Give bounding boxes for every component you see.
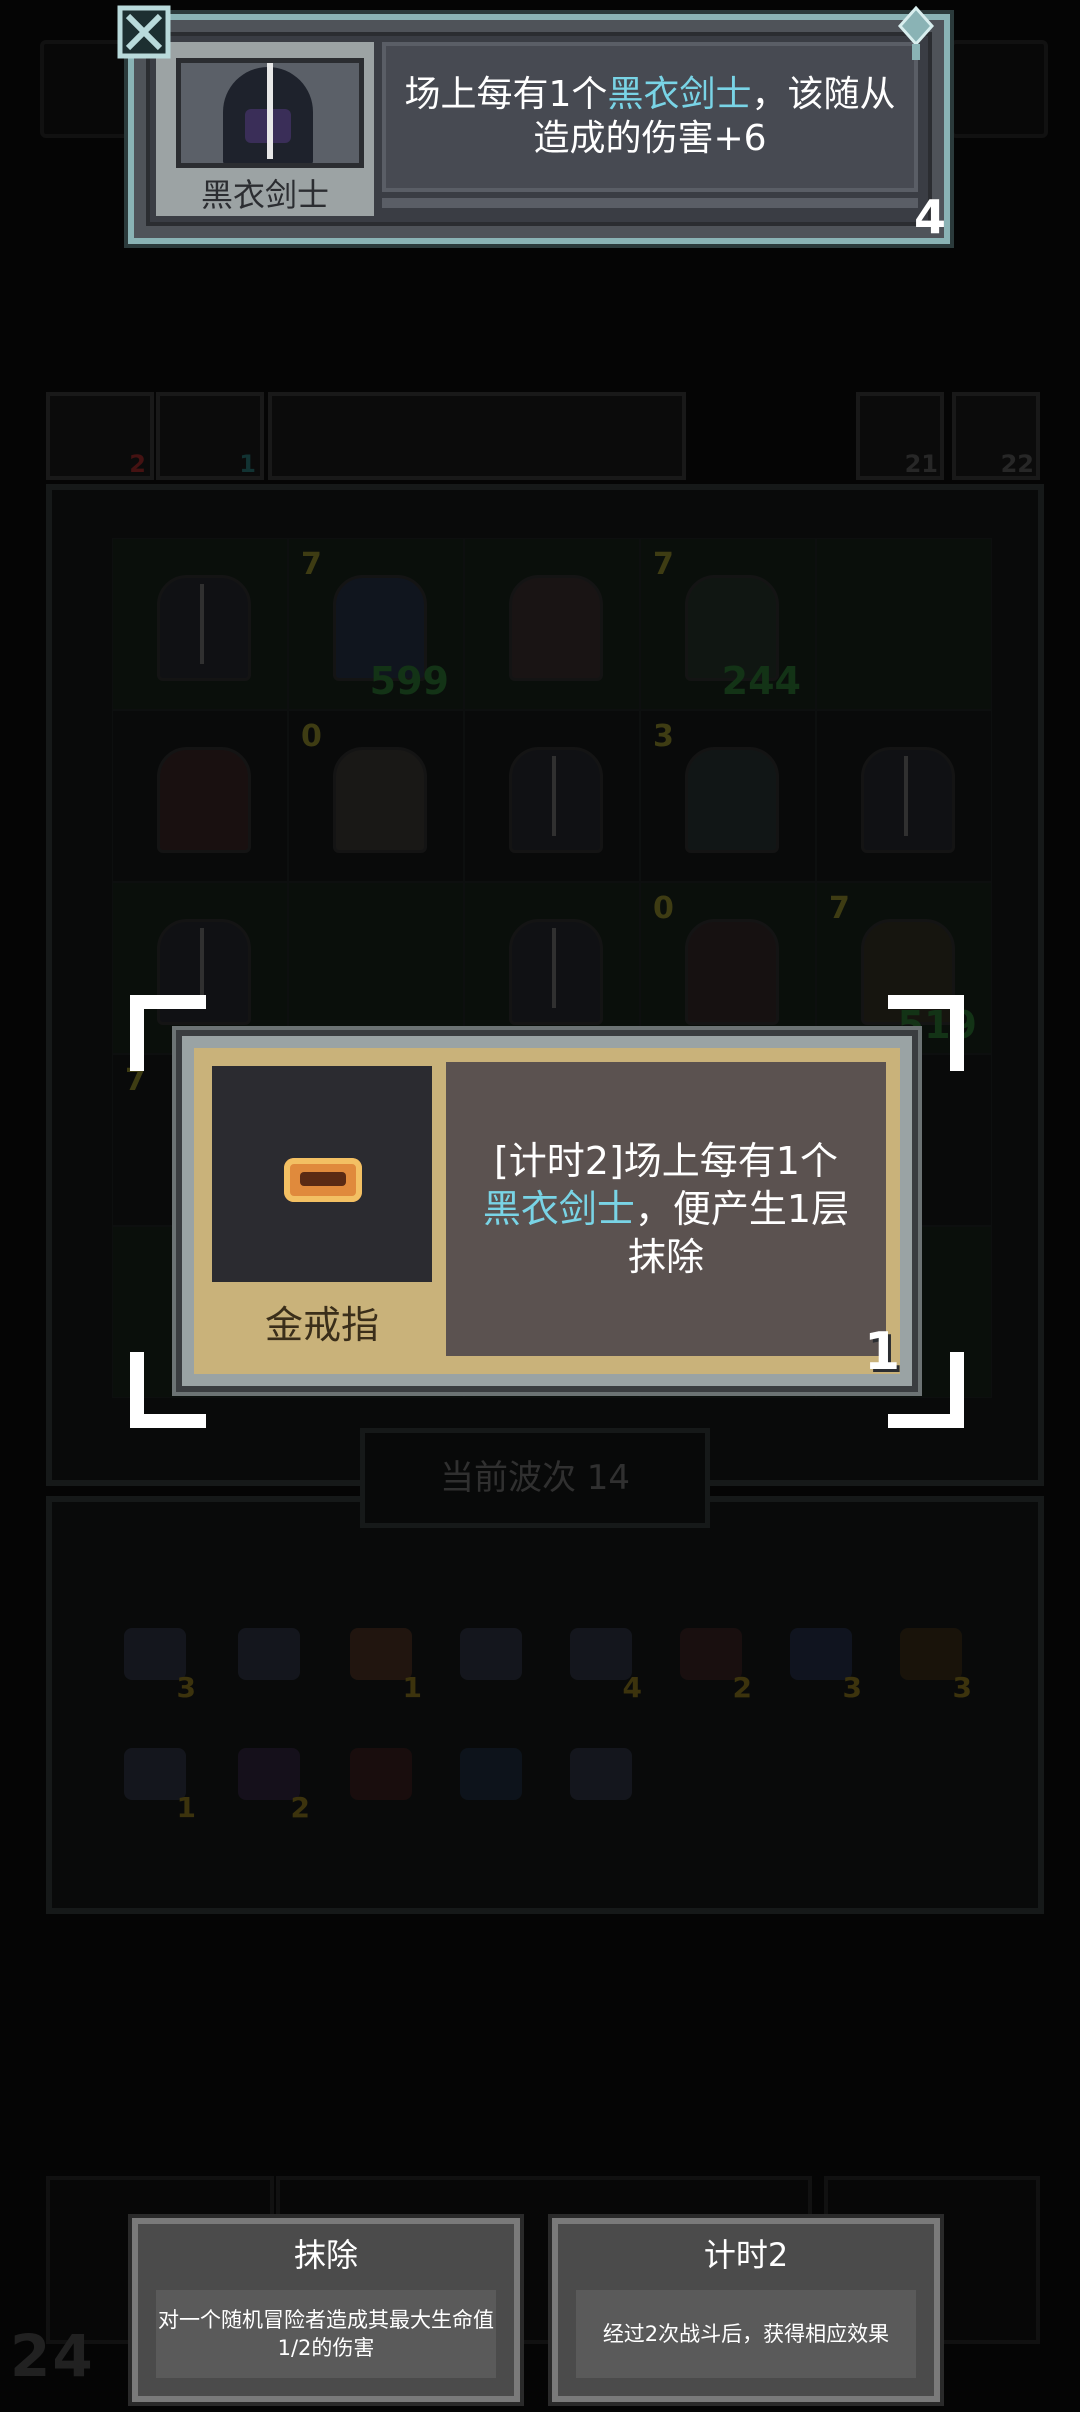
top-right-slot[interactable] [950,40,1048,138]
inventory-item[interactable]: 2 [672,1618,752,1704]
item-count: 4 [622,1671,642,1704]
board-cell[interactable] [112,710,288,882]
unit [157,747,251,853]
turn-counter: 24 [10,2322,95,2390]
unit-level: 0 [301,719,322,754]
item-count: 3 [176,1671,196,1704]
keyword-description-text: 经过2次战斗后，获得相应效果 [602,2322,890,2346]
ability-text-part: 场上每有1个 [404,74,608,115]
unit [509,575,603,681]
keyword-description-text: 对一个随机冒险者造成其最大生命值1/2的伤害 [158,2308,494,2360]
keyword-title: 抹除 [293,2236,358,2274]
inventory-item[interactable]: 3 [116,1618,196,1704]
item-ability-text: [计时2]场上每有1个 黑衣剑士，便产生1层抹除 [446,1062,886,1356]
unit-ability-text: 场上每有1个黑衣剑士，该随从造成的伤害+6 [382,42,918,192]
keyword-description: 对一个随机冒险者造成其最大生命值1/2的伤害 [156,2290,496,2378]
board-cell[interactable] [288,882,464,1054]
board-cell[interactable] [464,882,640,1054]
inventory-item[interactable] [452,1618,532,1698]
inventory-item[interactable] [452,1738,532,1818]
item-count: 2 [290,1791,310,1824]
sword-ornament-icon [897,5,935,60]
board-cell[interactable]: 3 [640,710,816,882]
item-tooltip-stack-count: 1 [864,1322,901,1382]
resource-box-4: 22 [952,392,1040,480]
unit [685,747,779,853]
board-cell[interactable] [816,538,992,710]
resource-count-2: 1 [239,450,256,478]
item-count: 3 [842,1671,862,1704]
board-cell[interactable] [112,538,288,710]
board-cell[interactable]: 0 [640,882,816,1054]
resource-box-1: 2 [46,392,154,480]
status-bar [268,392,686,480]
inventory-item[interactable]: 2 [230,1738,310,1824]
resource-box-2: 1 [156,392,264,480]
item-count: 3 [952,1671,972,1704]
resource-box-3: 21 [856,392,944,480]
unit-tooltip: 黑衣剑士 场上每有1个黑衣剑士，该随从造成的伤害+6 [128,14,950,244]
black-swordsman-unit [509,747,603,853]
ability-text-part: ，便产生1层抹除 [627,1187,850,1279]
inventory-item[interactable]: 4 [562,1618,642,1704]
ability-keyword: 黑衣剑士 [607,74,752,115]
board-cell[interactable]: 7 244 [640,538,816,710]
unit-tooltip-inner: 黑衣剑士 场上每有1个黑衣剑士，该随从造成的伤害+6 [146,32,932,226]
board-cell[interactable] [816,710,992,882]
item-icon-frame [212,1066,432,1282]
black-swordsman-portrait [176,58,364,168]
unit-level: 7 [653,547,674,582]
unit-level: 7 [301,547,322,582]
unit-name: 黑衣剑士 [200,176,329,214]
resource-count-3: 21 [904,450,938,478]
inventory-item[interactable] [562,1738,642,1818]
item-count: 1 [402,1671,422,1704]
divider [382,198,918,208]
keyword-card-erase: 抹除 对一个随机冒险者造成其最大生命值1/2的伤害 [132,2218,520,2402]
unit-hp: 244 [721,659,801,703]
unit-portrait-frame: 黑衣剑士 [156,42,374,216]
ability-keyword: 黑衣剑士 [482,1187,635,1231]
black-swordsman-unit [861,747,955,853]
black-swordsman-unit [509,919,603,1025]
board-cell[interactable]: 7 599 [288,538,464,710]
board-cell[interactable]: 0 [288,710,464,882]
item-count: 1 [176,1791,196,1824]
keyword-card-timer: 计时2 经过2次战斗后，获得相应效果 [552,2218,940,2402]
item-name: 金戒指 [264,1303,379,1347]
keyword-title: 计时2 [703,2236,789,2274]
gold-ring-icon [284,1158,362,1202]
unit-tooltip-stack-count: 4 [914,190,947,244]
gold-ring-inventory-item[interactable]: 1 [342,1618,422,1704]
keyword-description: 经过2次战斗后，获得相应效果 [576,2290,916,2378]
unit-level: 0 [653,891,674,926]
unit-level: 7 [829,891,850,926]
unit [333,747,427,853]
black-swordsman-unit [157,575,251,681]
board-cell[interactable] [464,538,640,710]
item-count: 2 [732,1671,752,1704]
board-cell[interactable] [464,710,640,882]
ability-text-part: [计时2]场上每有1个 [493,1139,838,1183]
unit-level: 3 [653,719,674,754]
inventory-panel: 3 1 4 2 3 3 1 2 [46,1496,1044,1914]
resource-count-4: 22 [1000,450,1034,478]
item-tooltip-body: 金戒指 [计时2]场上每有1个 黑衣剑士，便产生1层抹除 [194,1048,900,1374]
inventory-item[interactable] [342,1738,422,1818]
cross-ornament-icon [117,5,171,59]
inventory-item[interactable] [230,1618,310,1698]
resource-count-1: 2 [129,450,146,478]
inventory-item[interactable]: 3 [892,1618,972,1704]
unit [685,919,779,1025]
item-tooltip: 金戒指 [计时2]场上每有1个 黑衣剑士，便产生1层抹除 [176,1030,918,1392]
unit-hp: 599 [369,659,449,703]
current-wave-label: 当前波次 14 [360,1428,710,1528]
inventory-item[interactable]: 1 [116,1738,196,1824]
inventory-item[interactable]: 3 [782,1618,862,1704]
